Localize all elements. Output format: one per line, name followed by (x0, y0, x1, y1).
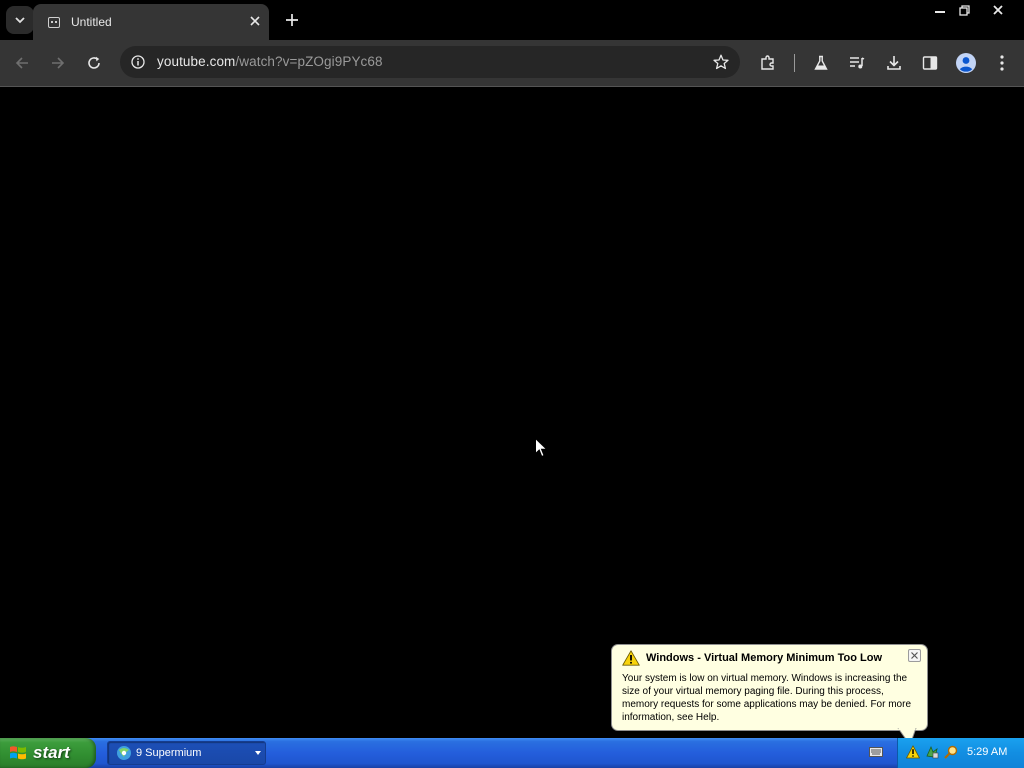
labs-button[interactable] (807, 49, 835, 77)
back-arrow-icon (15, 57, 28, 69)
extensions-button[interactable] (754, 49, 782, 77)
extensions-icon (761, 55, 774, 70)
page-content[interactable] (0, 87, 1024, 738)
restore-icon (958, 4, 970, 16)
taskbar-button-label: 9 Supermium (136, 747, 202, 759)
profile-icon (956, 53, 976, 73)
mouse-cursor-icon (535, 438, 547, 458)
plus-icon (286, 14, 298, 26)
notification-balloon[interactable]: Windows - Virtual Memory Minimum Too Low… (611, 644, 928, 731)
browser-menu-button[interactable] (988, 49, 1016, 77)
media-control-icon (850, 57, 865, 69)
menu-dots-icon (1000, 55, 1004, 71)
supermium-browser-icon (117, 746, 131, 760)
network-icon[interactable] (925, 745, 939, 759)
url-text: youtube.com/watch?v=pZOgi9PYc68 (157, 54, 383, 69)
taskbar-clock[interactable]: 5:29 AM (967, 746, 1007, 758)
tab-close-button[interactable] (247, 13, 263, 29)
close-icon (911, 652, 918, 659)
browser-toolbar: youtube.com/watch?v=pZOgi9PYc68 (0, 40, 1024, 87)
warning-icon[interactable] (906, 745, 920, 759)
restore-button[interactable] (952, 0, 976, 20)
forward-button[interactable] (44, 49, 72, 77)
reload-icon (88, 56, 100, 69)
keyboard-icon[interactable] (869, 746, 883, 758)
star-icon (713, 54, 729, 70)
close-icon (250, 16, 260, 26)
start-label: start (33, 743, 70, 762)
balloon-close-button[interactable] (908, 649, 921, 662)
close-icon (993, 5, 1003, 15)
tab-search-icon (15, 17, 25, 24)
side-panel-button[interactable] (916, 49, 944, 77)
download-icon (887, 56, 901, 70)
tab-title: Untitled (71, 15, 112, 29)
tab-search-button[interactable] (6, 6, 34, 34)
downloads-button[interactable] (880, 49, 908, 77)
balloon-message: Your system is low on virtual memory. Wi… (622, 673, 912, 723)
browser-tab[interactable]: Untitled (33, 4, 269, 40)
address-bar[interactable]: youtube.com/watch?v=pZOgi9PYc68 (120, 46, 740, 78)
profile-button[interactable] (952, 49, 980, 77)
media-control-button[interactable] (843, 49, 871, 77)
warning-icon (622, 650, 640, 666)
balloon-title: Windows - Virtual Memory Minimum Too Low (646, 652, 882, 664)
minimize-icon (935, 11, 945, 13)
info-icon (131, 55, 145, 69)
minimize-button[interactable] (928, 0, 952, 20)
group-dropdown-arrow[interactable] (255, 751, 261, 755)
start-button[interactable]: start (0, 738, 96, 768)
tab-strip: Untitled (0, 0, 1024, 40)
new-tab-button[interactable] (281, 9, 303, 31)
taskbar: start 9 Supermium 5:29 AM (0, 738, 1024, 768)
labs-flask-icon (814, 55, 828, 70)
search-icon[interactable] (944, 745, 958, 759)
bookmark-button[interactable] (710, 51, 732, 73)
side-panel-icon (922, 56, 938, 70)
url-path: /watch?v=pZOgi9PYc68 (235, 54, 383, 69)
reload-button[interactable] (80, 49, 108, 77)
back-button[interactable] (8, 49, 36, 77)
sad-tab-icon (48, 17, 60, 28)
toolbar-separator (794, 54, 795, 72)
taskbar-button-supermium[interactable]: 9 Supermium (107, 741, 266, 765)
url-host: youtube.com (157, 54, 236, 69)
forward-arrow-icon (52, 57, 65, 69)
windows-flag-icon (10, 746, 26, 760)
site-info-button[interactable] (128, 52, 148, 72)
close-window-button[interactable] (986, 0, 1010, 20)
